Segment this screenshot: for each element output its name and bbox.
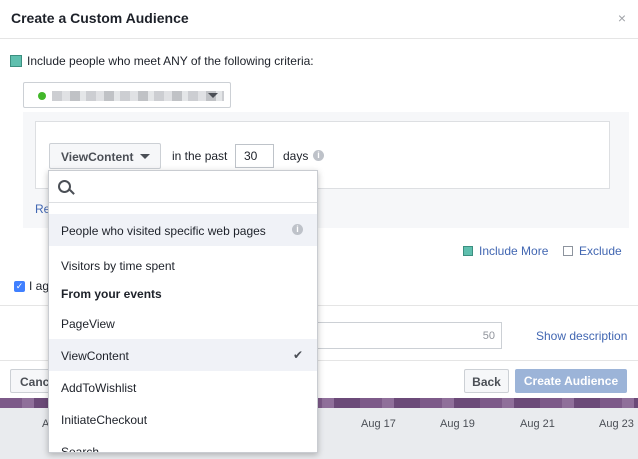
background-date-label: Aug 19 — [440, 418, 475, 430]
dropdown-item-label: ViewContent — [61, 349, 129, 363]
create-audience-button[interactable]: Create Audience — [515, 369, 627, 393]
chevron-down-icon — [208, 93, 218, 98]
audience-description-input[interactable]: 50 — [300, 322, 502, 349]
dropdown-item-initiatecheckout[interactable]: InitiateCheckout — [49, 403, 317, 435]
dropdown-search — [49, 171, 317, 203]
dropdown-item-label: People who visited specific web pages — [61, 224, 266, 238]
in-the-past-label: in the past — [172, 149, 228, 163]
agree-label: I ag — [29, 279, 50, 293]
dropdown-item-search[interactable]: Search — [49, 435, 317, 453]
pixel-select[interactable] — [23, 82, 231, 108]
include-more-button[interactable]: Include More — [463, 244, 548, 258]
dropdown-item-label: PageView — [61, 317, 115, 331]
dropdown-item-time-spent[interactable]: Visitors by time spent — [49, 249, 317, 281]
dialog-header: Create a Custom Audience × — [0, 0, 638, 39]
event-dropdown: People who visited specific web pages i … — [48, 170, 318, 453]
dropdown-item-label: Search — [61, 445, 100, 453]
include-more-label: Include More — [479, 244, 549, 258]
dropdown-item-label: Visitors by time spent — [61, 259, 175, 273]
info-icon[interactable]: i — [313, 150, 324, 161]
dropdown-item-addtowishlist[interactable]: AddToWishlist — [49, 371, 317, 403]
days-input[interactable] — [235, 144, 274, 168]
background-date-label: Aug 23 — [599, 418, 634, 430]
criteria-label: Include people who meet ANY of the follo… — [27, 54, 314, 68]
event-select-label: ViewContent — [61, 150, 134, 164]
checkmark-icon: ✔ — [292, 348, 303, 362]
exclude-button[interactable]: Exclude — [563, 244, 622, 258]
back-button[interactable]: Back — [464, 369, 509, 393]
search-input[interactable] — [81, 176, 313, 198]
chevron-down-icon — [140, 154, 150, 159]
dropdown-item-viewcontent[interactable]: ViewContent ✔ — [49, 339, 317, 371]
exclude-square-icon — [563, 246, 573, 256]
days-label: days — [283, 149, 309, 163]
close-icon[interactable]: × — [618, 10, 626, 26]
dropdown-item-label: AddToWishlist — [61, 381, 137, 395]
dropdown-item-label: InitiateCheckout — [61, 413, 148, 427]
background-date-label: Aug 21 — [520, 418, 555, 430]
blurred-pixel-name — [52, 91, 224, 101]
exclude-label: Exclude — [579, 244, 622, 258]
dropdown-item-visited-pages[interactable]: People who visited specific web pages i — [49, 214, 317, 246]
dropdown-section-header: From your events — [61, 287, 162, 301]
agree-row: ✓ I ag — [14, 279, 49, 293]
background-date-label: Aug 17 — [361, 418, 396, 430]
event-select-button[interactable]: ViewContent — [49, 143, 161, 169]
include-square-icon — [463, 246, 473, 256]
status-dot-icon — [38, 92, 46, 100]
agree-checkbox[interactable]: ✓ — [14, 280, 25, 292]
dropdown-item-pageview[interactable]: PageView — [49, 307, 317, 339]
show-description-link[interactable]: Show description — [536, 329, 627, 343]
info-icon[interactable]: i — [292, 224, 303, 235]
search-icon-handle — [69, 189, 75, 195]
include-square-icon — [10, 55, 22, 67]
char-limit-counter: 50 — [482, 330, 495, 342]
dialog-title: Create a Custom Audience — [11, 10, 189, 26]
criteria-row: Include people who meet ANY of the follo… — [10, 54, 314, 68]
